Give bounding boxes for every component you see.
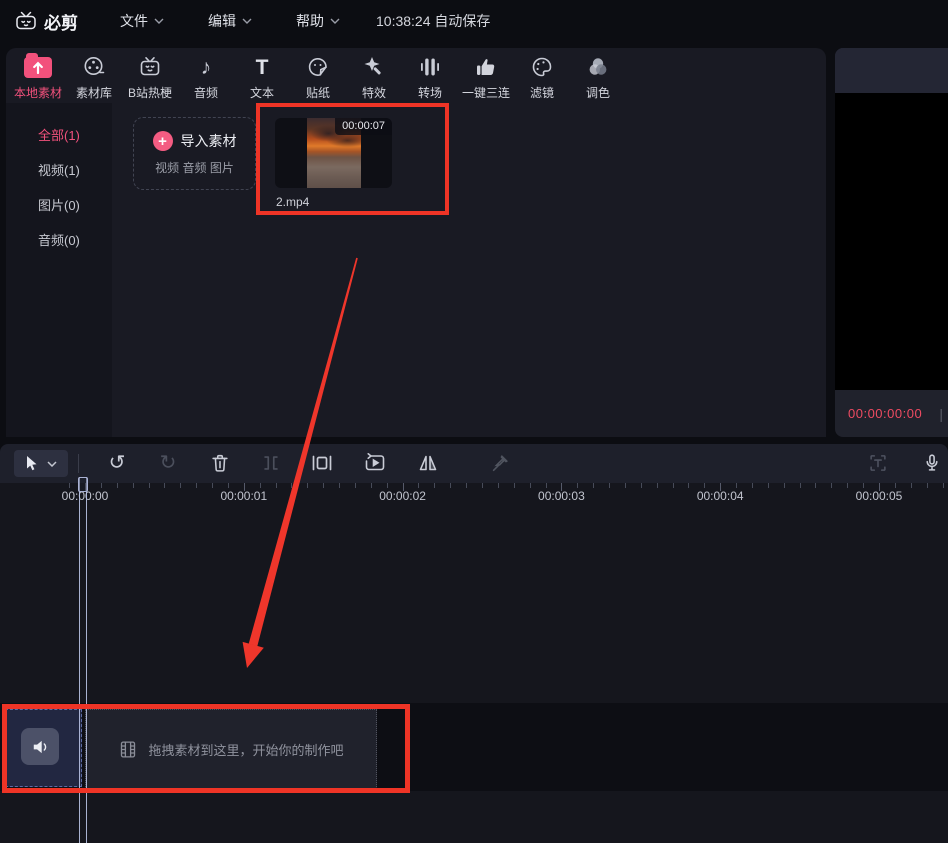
chevron-down-icon <box>330 18 340 24</box>
sidebar-item-image[interactable]: 图片(0) <box>6 187 112 222</box>
tab-bilibili-memes[interactable]: B站热梗 <box>122 52 178 101</box>
delete-button[interactable] <box>208 451 232 475</box>
preview-panel: 00:00:00:00 | <box>835 48 948 437</box>
freeze-frame-icon <box>310 451 334 475</box>
reverse-button[interactable] <box>363 451 387 475</box>
timeline-toolbar: ↺ ↻ <box>0 444 948 483</box>
import-sublabel: 视频 音频 图片 <box>155 159 234 176</box>
thumbs-up-icon <box>474 54 498 80</box>
annotation-box-clip <box>256 103 449 215</box>
material-filter-sidebar: 全部(1) 视频(1) 图片(0) 音频(0) <box>6 103 112 437</box>
preview-footer: 00:00:00:00 | <box>835 390 948 437</box>
tab-triple-like[interactable]: 一键三连 <box>458 52 514 101</box>
tab-audio[interactable]: ♪ 音频 <box>178 52 234 101</box>
film-reel-icon <box>82 54 106 80</box>
cursor-icon <box>26 456 38 471</box>
reverse-play-icon <box>363 451 387 475</box>
preview-header <box>835 48 948 93</box>
redo-icon: ↻ <box>160 453 177 473</box>
menu-edit[interactable]: 编辑 <box>208 11 252 31</box>
timeline-ruler[interactable]: 00:00:0000:00:0100:00:0200:00:0300:00:04… <box>0 483 948 505</box>
sidebar-item-audio[interactable]: 音频(0) <box>6 222 112 257</box>
folder-upload-icon <box>24 54 52 80</box>
menu-help[interactable]: 帮助 <box>296 11 340 31</box>
app-title: 必剪 <box>44 9 78 34</box>
undo-button[interactable]: ↺ <box>105 451 129 475</box>
menu-file[interactable]: 文件 <box>120 11 164 31</box>
microphone-icon <box>921 452 943 474</box>
text-recognition-button[interactable] <box>866 451 890 475</box>
music-note-icon: ♪ <box>201 54 212 80</box>
annotation-box-track <box>2 704 410 793</box>
tab-sticker[interactable]: 贴纸 <box>290 52 346 101</box>
filter-icon <box>530 54 554 80</box>
tab-effects[interactable]: 特效 <box>346 52 402 101</box>
chevron-down-icon <box>242 18 252 24</box>
tab-color-grading[interactable]: 调色 <box>570 52 626 101</box>
preview-video-area[interactable] <box>835 93 948 390</box>
magic-wand-icon <box>362 54 386 80</box>
material-tabbar: 本地素材 素材库 <box>10 52 626 101</box>
timecode-separator: | <box>939 406 943 422</box>
chevron-down-icon <box>47 461 57 467</box>
transition-icon <box>418 54 442 80</box>
import-material-button[interactable]: + 导入素材 视频 音频 图片 <box>133 117 256 190</box>
chevron-down-icon <box>154 18 164 24</box>
mirror-icon <box>416 451 440 475</box>
color-wheel-icon <box>586 54 610 80</box>
title-bar: 必剪 文件 编辑 帮助 10:38:24 自动保存 <box>0 0 948 42</box>
tab-transition[interactable]: 转场 <box>402 52 458 101</box>
undo-icon: ↺ <box>109 453 126 473</box>
playback-timecode: 00:00:00:00 <box>848 406 922 421</box>
tab-local-material[interactable]: 本地素材 <box>10 52 66 101</box>
app-logo: 必剪 <box>14 9 78 34</box>
text-scan-icon <box>867 452 889 474</box>
split-button[interactable] <box>259 451 283 475</box>
mirror-button[interactable] <box>416 451 440 475</box>
autosave-status: 10:38:24 自动保存 <box>376 11 490 31</box>
split-icon <box>260 452 282 474</box>
playhead-grip[interactable] <box>78 477 88 492</box>
select-tool-button[interactable] <box>14 450 68 477</box>
redo-button[interactable]: ↻ <box>156 451 180 475</box>
bijian-video-editor-window: 必剪 文件 编辑 帮助 10:38:24 自动保存 本地素材 <box>0 0 948 843</box>
tab-filter[interactable]: 滤镜 <box>514 52 570 101</box>
pin-button[interactable] <box>488 451 512 475</box>
tab-text[interactable]: T 文本 <box>234 52 290 101</box>
record-voice-button[interactable] <box>920 451 944 475</box>
bilibili-tv-icon <box>14 10 38 32</box>
plus-circle-icon: + <box>153 131 173 151</box>
text-icon: T <box>256 54 269 80</box>
toolbar-divider <box>78 454 79 473</box>
tab-material-library[interactable]: 素材库 <box>66 52 122 101</box>
import-label: 导入素材 <box>181 131 237 151</box>
trash-icon <box>209 452 231 474</box>
pin-icon <box>489 452 511 474</box>
tv-icon <box>138 54 162 80</box>
sidebar-item-all[interactable]: 全部(1) <box>6 117 112 152</box>
freeze-frame-button[interactable] <box>310 451 334 475</box>
sidebar-item-video[interactable]: 视频(1) <box>6 152 112 187</box>
sticker-icon <box>306 54 330 80</box>
